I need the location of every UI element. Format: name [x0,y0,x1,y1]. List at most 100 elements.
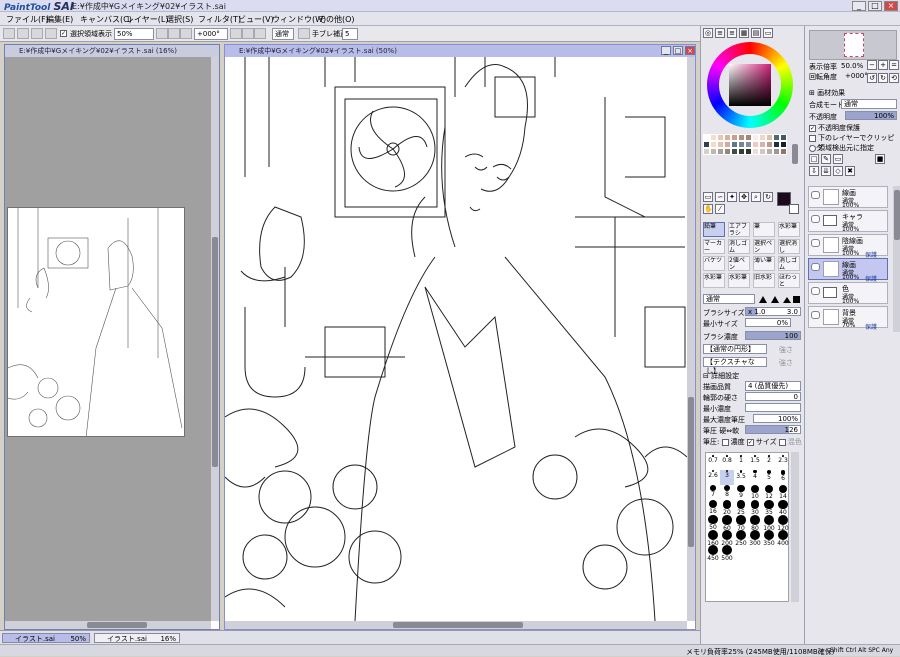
palette-swatch[interactable] [738,141,745,148]
swatch-grid[interactable] [703,134,789,200]
transfer-down-icon[interactable]: ⇩ [809,166,819,176]
overview-horizontal-thumb[interactable] [87,622,147,628]
palette-swatch[interactable] [766,134,773,141]
menu-file[interactable]: ファイル(F) [6,14,49,25]
brush-size-scrollbar[interactable] [791,452,799,602]
maximize-button[interactable]: □ [868,1,882,11]
palette-swatch[interactable] [766,148,773,155]
nav-rotate-left-button[interactable]: ↺ [867,72,877,83]
swatch-scroll-thumb[interactable] [792,144,798,164]
size-checkbox[interactable]: ✓ [746,438,754,446]
palette-swatch[interactable] [780,134,787,141]
brush-size-preset[interactable]: 6 [776,470,790,485]
palette-swatch[interactable] [703,141,710,148]
magic-wand-icon[interactable]: ✦ [727,192,737,202]
rotate-left-button[interactable] [230,28,242,39]
brush-tool-cell[interactable]: 筆 [753,222,775,237]
brush-size-slider[interactable]: x 1.0 3.0 [745,307,801,316]
brush-size-preset[interactable]: 160 [706,530,720,547]
rect-select-icon[interactable]: ▭ [703,192,713,202]
document-window-overview[interactable]: E:¥作成中¥Gメイキング¥02¥イラスト.sai (16%) [4,44,220,630]
nav-zoom-reset-button[interactable]: = [889,60,899,70]
menu-view[interactable]: ビュー(V) [238,14,274,25]
deselect-button[interactable] [31,28,43,39]
brush-size-preset[interactable]: 1.5 [748,455,762,470]
brush-size-preset[interactable]: 2.3 [776,455,790,470]
main-vertical-scrollbar[interactable] [687,57,695,621]
layer-folder-row[interactable]: 色通常 100% [808,282,888,305]
nav-rotate-reset-button[interactable]: ⟲ [889,72,899,83]
palette-swatch[interactable] [780,148,787,155]
close-button[interactable]: × [884,1,898,11]
brush-tool-cell[interactable]: 水彩筆 [703,273,725,288]
brush-size-preset[interactable]: 0.7 [706,455,720,470]
brush-size-preset[interactable]: 3.5 [734,470,748,485]
palette-swatch[interactable] [710,148,717,155]
layer-list-thumb[interactable] [894,190,900,240]
zoom-icon[interactable]: ⌕ [751,192,761,202]
palette-swatch[interactable] [773,141,780,148]
density-checkbox[interactable] [721,438,729,446]
color-wheel-tab[interactable]: ◎ [703,28,713,38]
brush-size-preset[interactable]: 12 [762,485,776,500]
brush-size-preset[interactable]: 10 [748,485,762,500]
palette-swatch[interactable] [745,134,752,141]
main-horizontal-scrollbar[interactable] [225,621,687,629]
brush-size-preset[interactable]: 400 [776,530,790,547]
paper-effect-toggle[interactable]: ⊞ 画材効果 [809,88,845,98]
brush-size-preset[interactable]: 20 [720,500,734,516]
new-folder-icon[interactable]: ▭ [833,154,843,164]
brush-size-preset[interactable]: 350 [762,530,776,547]
palette-swatch[interactable] [780,141,787,148]
palette-swatch[interactable] [752,134,759,141]
palette-swatch[interactable] [745,141,752,148]
layer-row[interactable]: 背景 通常 70% 保護 [808,306,888,331]
brush-size-preset[interactable]: 14 [776,485,790,500]
quality-select[interactable]: 4 (品質優先) [745,381,801,391]
brush-size-preset[interactable]: 70 [734,515,748,532]
menu-layer[interactable]: レイヤー(L) [126,14,168,25]
document-tab[interactable]: イラスト.sai 50% [2,633,90,643]
palette-swatch[interactable] [717,141,724,148]
blend-mode-select[interactable]: 通常 [272,28,294,40]
brush-tool-cell[interactable]: 消しゴム [778,256,800,271]
brush-size-preset[interactable]: 120 [776,515,790,532]
doc-close-button[interactable]: × [685,46,695,55]
doc-maximize-button[interactable]: □ [673,46,683,55]
undo-button[interactable] [3,28,15,39]
rotate-right-button[interactable] [242,28,254,39]
move-icon[interactable]: ✥ [739,192,749,202]
canvas-area-overview[interactable] [5,57,211,621]
hue-ring[interactable] [707,42,793,128]
zoom-out-button[interactable] [156,28,168,39]
texture-shape-select[interactable]: 【通常の円形】 [703,344,767,354]
visibility-eye-icon[interactable] [811,311,820,319]
palette-swatch[interactable] [731,148,738,155]
delete-layer-icon[interactable]: ■ [875,154,885,164]
brush-shape-buttons[interactable] [757,294,801,304]
brush-size-preset[interactable]: 250 [734,530,748,547]
rotation-field[interactable]: +000° [194,28,228,40]
minimize-button[interactable]: _ [852,1,866,11]
brush-size-preset[interactable]: 100 [762,515,776,532]
overview-vertical-thumb[interactable] [212,237,218,467]
palette-swatch[interactable] [724,148,731,155]
selection-display-checkbox[interactable]: ✓ [60,30,67,37]
palette-swatch[interactable] [703,148,710,155]
menu-canvas[interactable]: キャンバス(C) [80,14,132,25]
scratchpad-tab[interactable]: ▭ [763,28,773,38]
layer-row[interactable]: 線画 通常 100% 保護 [808,258,888,283]
main-canvas[interactable] [225,57,687,621]
menu-other[interactable]: その他(O) [318,14,355,25]
new-layer-icon[interactable]: □ [809,154,819,164]
brush-tool-cell[interactable]: 水彩筆 [728,273,750,288]
visibility-eye-icon[interactable] [811,287,820,295]
navigator-viewport[interactable] [844,33,864,57]
brush-size-preset[interactable]: 35 [762,500,776,516]
preserve-opacity-checkbox[interactable]: ✓ [809,124,816,132]
redo-button[interactable] [17,28,29,39]
swatches-tab[interactable]: ▤ [751,28,761,38]
trash-icon[interactable]: ✖ [845,166,855,176]
palette-swatch[interactable] [752,148,759,155]
zoom-in-button[interactable] [168,28,180,39]
